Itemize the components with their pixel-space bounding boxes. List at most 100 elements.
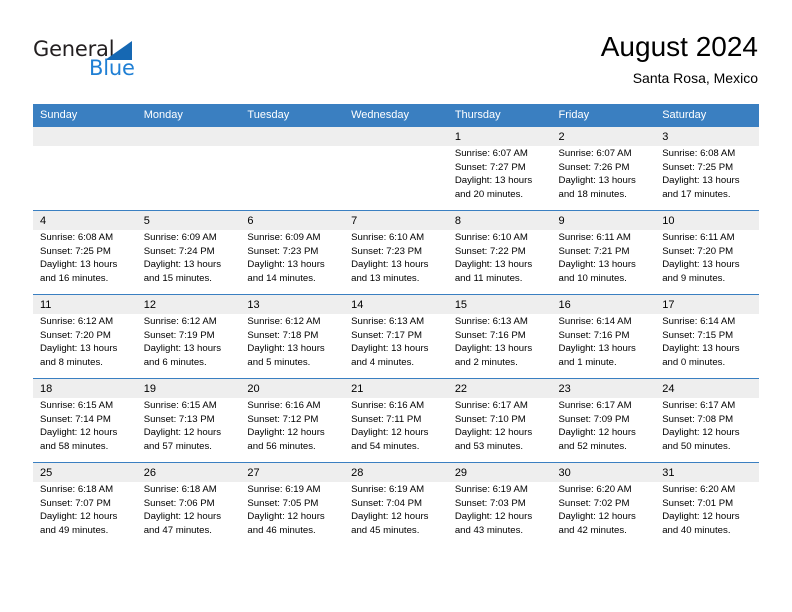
sunset-text: Sunset: 7:12 PM (247, 413, 319, 425)
daylight-text-line1: Daylight: 13 hours (351, 343, 429, 355)
daylight-text-line1: Daylight: 13 hours (143, 259, 222, 271)
sunset-text: Sunset: 7:22 PM (454, 245, 526, 257)
sunrise-text: Sunrise: 6:19 AM (454, 484, 528, 495)
day-cell[interactable]: 6 Sunrise: 6:09 AM Sunset: 7:23 PM Daylight… (240, 210, 345, 295)
sunset-text: Sunset: 7:15 PM (662, 329, 734, 341)
sunrise-text: Sunrise: 6:12 AM (40, 316, 114, 327)
day-cell[interactable]: 23 Sunrise: 6:17 AM Sunset: 7:09 PM Dayligh… (551, 378, 656, 463)
day-cell[interactable]: 26 Sunrise: 6:18 AM Sunset: 7:06 PM Dayligh… (136, 462, 241, 546)
day-details: Sunrise: 6:15 AM Sunset: 7:14 PM Daylight:… (33, 394, 137, 453)
day-number: 7 (351, 215, 358, 227)
day-number: 30 (558, 467, 571, 479)
day-cell[interactable]: 1 Sunrise: 6:07 AM Sunset: 7:27 PM Daylight… (447, 126, 552, 211)
day-cell[interactable]: 8 Sunrise: 6:10 AM Sunset: 7:22 PM Daylight… (447, 210, 552, 295)
title-block: August 2024 Santa Rosa, Mexico (601, 30, 758, 88)
daylight-text-line1: Daylight: 12 hours (40, 427, 118, 439)
day-details: Sunrise: 6:14 AM Sunset: 7:15 PM Daylight:… (655, 310, 759, 369)
sunset-text: Sunset: 7:13 PM (143, 413, 215, 425)
daylight-text-line1: Daylight: 12 hours (143, 511, 222, 523)
daylight-text-line2: and 15 minutes. (143, 272, 212, 284)
daylight-text-line2: and 50 minutes. (662, 440, 731, 452)
day-number: 17 (662, 299, 675, 311)
weekday-tuesday: Tuesday (240, 104, 345, 127)
daylight-text-line2: and 40 minutes. (662, 524, 731, 536)
day-number: 20 (247, 383, 260, 395)
calendar-grid: Sunday Monday Tuesday Wednesday Thursday… (33, 104, 759, 546)
day-cell[interactable]: 31 Sunrise: 6:20 AM Sunset: 7:01 PM Dayligh… (655, 462, 759, 546)
day-details: Sunrise: 6:10 AM Sunset: 7:22 PM Daylight:… (448, 226, 552, 285)
day-details: Sunrise: 6:19 AM Sunset: 7:04 PM Daylight:… (344, 478, 448, 537)
day-cell[interactable]: 4 Sunrise: 6:08 AM Sunset: 7:25 PM Daylight… (33, 210, 137, 295)
day-cell[interactable]: 30 Sunrise: 6:20 AM Sunset: 7:02 PM Dayligh… (551, 462, 656, 546)
sunrise-text: Sunrise: 6:12 AM (143, 316, 217, 327)
day-details: Sunrise: 6:11 AM Sunset: 7:20 PM Daylight:… (655, 226, 759, 285)
daylight-text-line2: and 1 minute. (558, 356, 617, 368)
day-cell[interactable]: 13 Sunrise: 6:12 AM Sunset: 7:18 PM Dayligh… (240, 294, 345, 379)
daylight-text-line2: and 8 minutes. (40, 356, 103, 368)
day-cell[interactable] (240, 126, 345, 211)
page-title: August 2024 (600, 31, 758, 62)
day-number: 3 (662, 131, 669, 143)
day-cell[interactable]: 12 Sunrise: 6:12 AM Sunset: 7:19 PM Dayligh… (136, 294, 241, 379)
day-details: Sunrise: 6:19 AM Sunset: 7:05 PM Daylight:… (240, 478, 344, 537)
daylight-text-line2: and 14 minutes. (247, 272, 316, 284)
sunset-text: Sunset: 7:08 PM (662, 413, 734, 425)
day-cell[interactable]: 2 Sunrise: 6:07 AM Sunset: 7:26 PM Daylight… (551, 126, 656, 211)
day-cell[interactable]: 18 Sunrise: 6:15 AM Sunset: 7:14 PM Dayligh… (33, 378, 137, 463)
day-number (344, 127, 448, 142)
daylight-text-line1: Daylight: 12 hours (662, 511, 740, 523)
day-details: Sunrise: 6:16 AM Sunset: 7:12 PM Daylight:… (240, 394, 344, 453)
day-details: Sunrise: 6:12 AM Sunset: 7:19 PM Daylight:… (137, 310, 241, 369)
sunset-text: Sunset: 7:26 PM (558, 161, 630, 173)
day-cell[interactable] (344, 126, 448, 211)
day-number: 16 (558, 299, 571, 311)
daylight-text-line1: Daylight: 13 hours (40, 343, 118, 355)
day-details: Sunrise: 6:20 AM Sunset: 7:02 PM Daylight:… (552, 478, 656, 537)
day-cell[interactable]: 24 Sunrise: 6:17 AM Sunset: 7:08 PM Dayligh… (655, 378, 759, 463)
daylight-text-line2: and 53 minutes. (454, 440, 524, 452)
day-cell[interactable] (33, 126, 137, 211)
day-cell[interactable]: 9 Sunrise: 6:11 AM Sunset: 7:21 PM Daylight… (551, 210, 656, 295)
sunset-text: Sunset: 7:18 PM (247, 329, 319, 341)
daylight-text-line1: Daylight: 13 hours (558, 343, 636, 355)
day-cell[interactable]: 25 Sunrise: 6:18 AM Sunset: 7:07 PM Dayligh… (33, 462, 137, 546)
day-details: Sunrise: 6:18 AM Sunset: 7:06 PM Daylight:… (137, 478, 241, 537)
day-cell[interactable]: 15 Sunrise: 6:13 AM Sunset: 7:16 PM Dayligh… (447, 294, 552, 379)
daylight-text-line2: and 46 minutes. (247, 524, 316, 536)
sunrise-text: Sunrise: 6:13 AM (454, 316, 528, 327)
day-cell[interactable] (136, 126, 241, 211)
day-cell[interactable]: 17 Sunrise: 6:14 AM Sunset: 7:15 PM Dayligh… (655, 294, 759, 379)
day-cell[interactable]: 22 Sunrise: 6:17 AM Sunset: 7:10 PM Dayligh… (447, 378, 552, 463)
day-details: Sunrise: 6:13 AM Sunset: 7:16 PM Daylight:… (448, 310, 552, 369)
day-number (240, 127, 344, 142)
sunset-text: Sunset: 7:04 PM (351, 497, 423, 509)
day-cell[interactable]: 29 Sunrise: 6:19 AM Sunset: 7:03 PM Dayligh… (447, 462, 552, 546)
general-blue-logo[interactable]: General Blue (33, 38, 193, 86)
day-details (240, 142, 344, 147)
sunset-text: Sunset: 7:25 PM (662, 161, 734, 173)
day-cell[interactable]: 3 Sunrise: 6:08 AM Sunset: 7:25 PM Daylight… (655, 126, 759, 211)
daylight-text-line2: and 18 minutes. (558, 188, 627, 200)
day-cell[interactable]: 28 Sunrise: 6:19 AM Sunset: 7:04 PM Dayligh… (344, 462, 448, 546)
daylight-text-line1: Daylight: 13 hours (247, 259, 325, 271)
daylight-text-line1: Daylight: 13 hours (662, 259, 740, 271)
day-cell[interactable]: 27 Sunrise: 6:19 AM Sunset: 7:05 PM Dayligh… (240, 462, 345, 546)
day-cell[interactable]: 7 Sunrise: 6:10 AM Sunset: 7:23 PM Daylight… (344, 210, 448, 295)
day-details: Sunrise: 6:09 AM Sunset: 7:23 PM Daylight:… (240, 226, 344, 285)
day-details: Sunrise: 6:16 AM Sunset: 7:11 PM Daylight:… (344, 394, 448, 453)
daylight-text-line1: Daylight: 12 hours (143, 427, 222, 439)
day-number: 26 (143, 467, 156, 479)
day-cell[interactable]: 5 Sunrise: 6:09 AM Sunset: 7:24 PM Daylight… (136, 210, 241, 295)
day-cell[interactable]: 20 Sunrise: 6:16 AM Sunset: 7:12 PM Dayligh… (240, 378, 345, 463)
day-cell[interactable]: 16 Sunrise: 6:14 AM Sunset: 7:16 PM Dayligh… (551, 294, 656, 379)
calendar-page: General Blue August 2024 Santa Rosa, Mex… (0, 0, 792, 612)
day-cell[interactable]: 10 Sunrise: 6:11 AM Sunset: 7:20 PM Dayligh… (655, 210, 759, 295)
daylight-text-line2: and 13 minutes. (351, 272, 420, 284)
day-cell[interactable]: 21 Sunrise: 6:16 AM Sunset: 7:11 PM Dayligh… (344, 378, 448, 463)
day-cell[interactable]: 14 Sunrise: 6:13 AM Sunset: 7:17 PM Dayligh… (344, 294, 448, 379)
day-number: 5 (143, 215, 150, 227)
day-cell[interactable]: 11 Sunrise: 6:12 AM Sunset: 7:20 PM Dayligh… (33, 294, 137, 379)
sunrise-text: Sunrise: 6:07 AM (558, 148, 632, 159)
sunrise-text: Sunrise: 6:16 AM (247, 400, 321, 411)
day-cell[interactable]: 19 Sunrise: 6:15 AM Sunset: 7:13 PM Dayligh… (136, 378, 241, 463)
